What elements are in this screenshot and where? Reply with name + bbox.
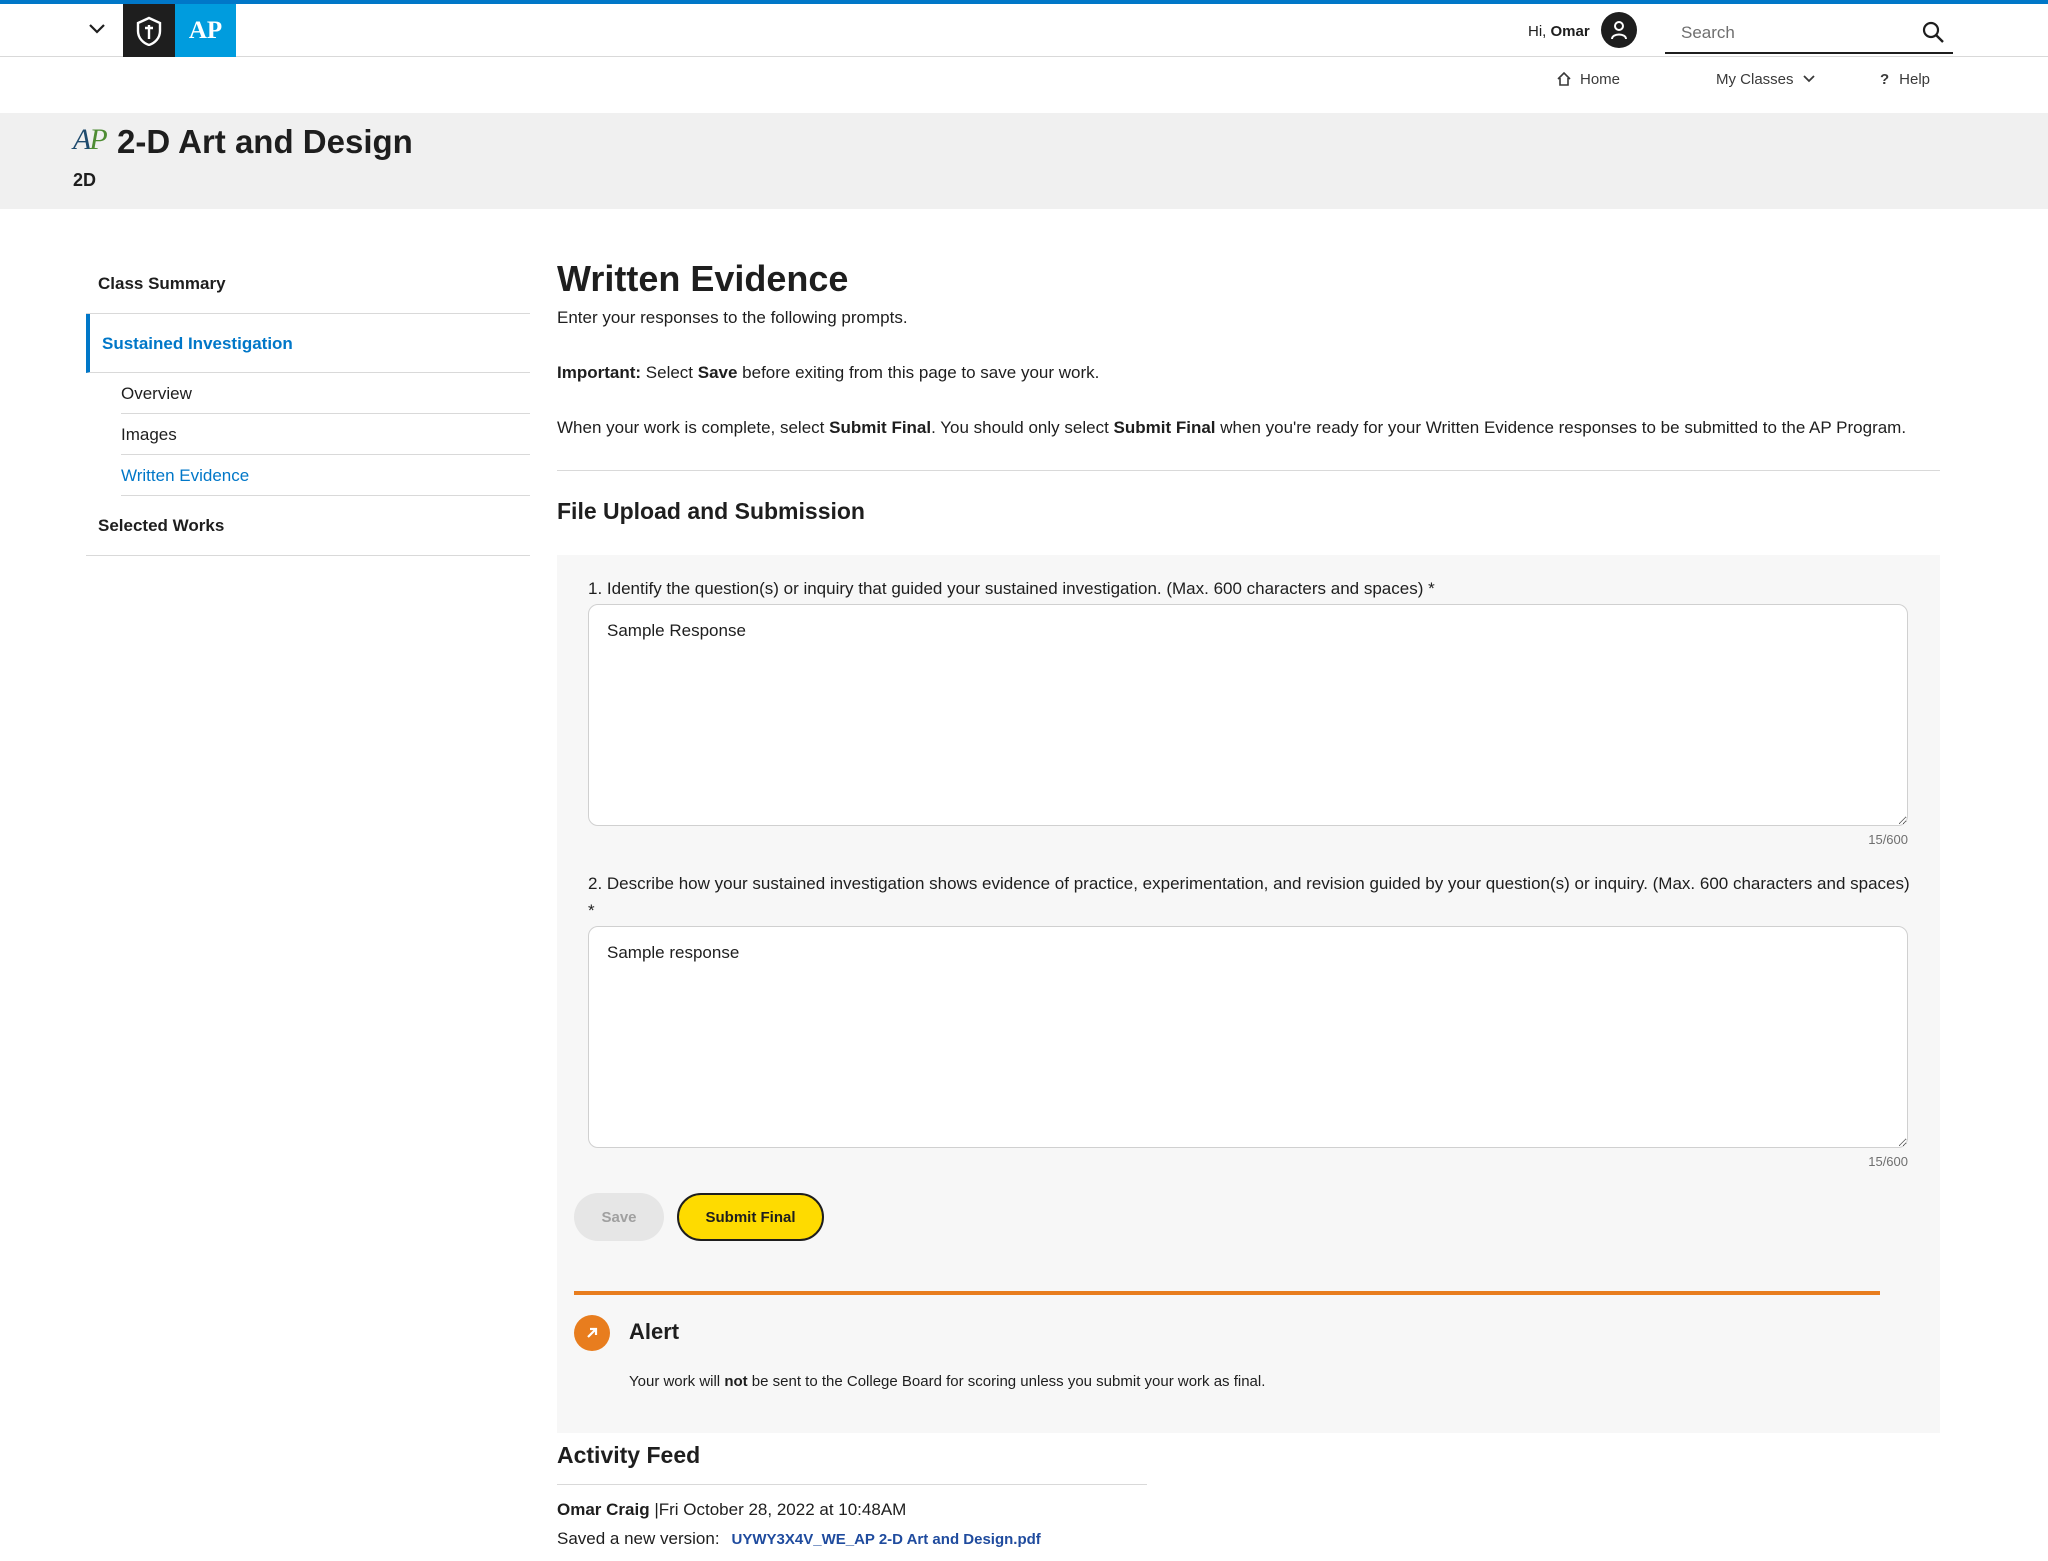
search-icon[interactable]	[1921, 20, 1945, 44]
question-1-counter: 15/600	[1868, 832, 1908, 847]
question-2-textarea[interactable]: Sample response	[588, 926, 1908, 1148]
user-icon[interactable]	[1601, 12, 1637, 48]
important-note: Important: Select Save before exiting fr…	[557, 359, 1940, 387]
important-post: before exiting from this page to save yo…	[737, 363, 1100, 382]
user-greeting: Hi, Omar	[1528, 23, 1590, 40]
nav-my-classes[interactable]: My Classes	[1716, 68, 1816, 90]
activity-action: Saved a new version:	[557, 1529, 720, 1548]
activity-separator: |	[649, 1500, 659, 1519]
save-button[interactable]: Save	[574, 1193, 664, 1241]
course-title: 2-D Art and Design	[117, 123, 413, 160]
activity-timestamp: Fri October 28, 2022 at 10:48AM	[658, 1500, 907, 1519]
question-1-textarea[interactable]: Sample Response	[588, 604, 1908, 826]
sidebar-item-overview[interactable]: Overview	[121, 373, 530, 414]
important-label: Important:	[557, 363, 642, 382]
complete-pre: When your work is complete, select	[557, 418, 830, 437]
ap-course-logo: AP	[73, 123, 108, 156]
complete-submit-2: Submit Final	[1113, 418, 1216, 437]
sidebar-item-sustained-investigation[interactable]: Sustained Investigation	[86, 314, 530, 373]
greeting-prefix: Hi,	[1528, 23, 1551, 40]
important-pre: Select	[641, 363, 698, 382]
important-save: Save	[697, 363, 738, 382]
chevron-down-icon	[1802, 75, 1815, 83]
activity-entry: Omar Craig |Fri October 28, 2022 at 10:4…	[557, 1485, 1147, 1554]
sidebar-item-images[interactable]: Images	[121, 414, 530, 455]
page-title: Written Evidence	[557, 258, 849, 299]
sidebar-item-selected-works[interactable]: Selected Works	[86, 496, 530, 556]
chevron-down-icon[interactable]	[84, 16, 110, 42]
alert-msg-bold: not	[724, 1373, 748, 1390]
question-1-label: 1. Identify the question(s) or inquiry t…	[588, 579, 1435, 598]
alert-message: Your work will not be sent to the Colleg…	[629, 1373, 1265, 1390]
question-2-counter: 15/600	[1868, 1154, 1908, 1169]
question-2-label: 2. Describe how your sustained investiga…	[588, 874, 1910, 920]
user-name: Omar	[1550, 23, 1590, 40]
activity-feed: Activity Feed Omar Craig |Fri October 28…	[557, 1442, 1147, 1554]
intro-text: Enter your responses to the following pr…	[557, 308, 908, 327]
nav-my-classes-label: My Classes	[1716, 70, 1794, 88]
top-bar: AP Hi, Omar	[0, 4, 2048, 57]
sidebar-item-class-summary[interactable]: Class Summary	[86, 260, 530, 314]
arrow-up-right-icon	[574, 1315, 610, 1351]
nav-home-label: Home	[1580, 70, 1621, 88]
divider	[557, 470, 1940, 471]
alert-title: Alert	[629, 1319, 680, 1344]
alert-bar	[574, 1291, 1880, 1295]
complete-post: when you're ready for your Written Evide…	[1215, 418, 1907, 437]
course-code: 2D	[73, 170, 97, 190]
submission-panel: 1. Identify the question(s) or inquiry t…	[557, 555, 1940, 1433]
help-icon: ?	[1880, 70, 1890, 88]
course-banner: AP 2-D Art and Design 2D	[0, 113, 2048, 209]
main-content: Written Evidence Enter your responses to…	[557, 258, 1940, 525]
sidebar-item-written-evidence[interactable]: Written Evidence	[121, 455, 530, 496]
alert-msg-post: be sent to the College Board for scoring…	[747, 1373, 1266, 1390]
complete-submit-1: Submit Final	[829, 418, 932, 437]
activity-user: Omar Craig	[557, 1500, 650, 1519]
search-box	[1665, 10, 1953, 54]
search-input[interactable]	[1681, 20, 1911, 46]
section-title: File Upload and Submission	[557, 498, 865, 524]
college-board-logo[interactable]	[123, 4, 175, 57]
sidebar: Class Summary Sustained Investigation Ov…	[86, 260, 530, 556]
activity-file-link[interactable]: UYWY3X4V_WE_AP 2-D Art and Design.pdf	[732, 1531, 1041, 1548]
home-icon	[1557, 71, 1571, 86]
completion-note: When your work is complete, select Submi…	[557, 414, 1940, 442]
alert-msg-pre: Your work will	[629, 1373, 725, 1390]
nav-help-label: Help	[1899, 70, 1931, 88]
nav-help[interactable]: ? Help	[1880, 68, 1930, 90]
nav-home[interactable]: Home	[1556, 68, 1620, 90]
submit-final-button[interactable]: Submit Final	[677, 1193, 824, 1241]
ap-logo[interactable]: AP	[175, 4, 236, 57]
activity-feed-title: Activity Feed	[557, 1442, 701, 1468]
complete-mid: . You should only select	[931, 418, 1114, 437]
